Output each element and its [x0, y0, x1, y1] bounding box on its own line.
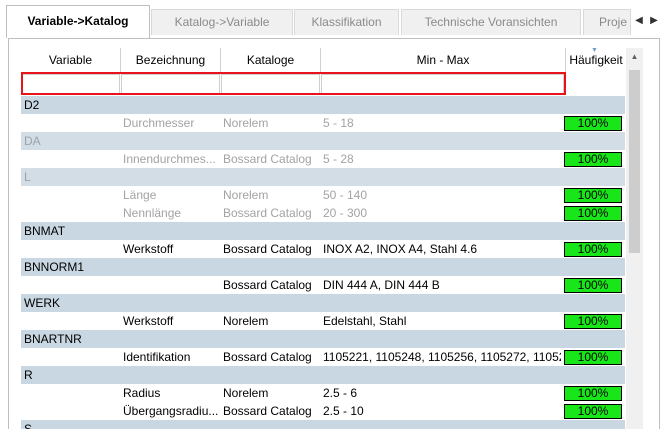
frequency-badge: 100% [564, 152, 622, 167]
frequency-badge: 100% [564, 188, 622, 203]
cell-bezeichnung: Durchmesser [123, 116, 195, 130]
tab-variable-katalog[interactable]: Variable->Katalog [6, 5, 150, 38]
group-header-row[interactable]: ◢WERK [21, 294, 625, 312]
cell-katalog: Norelem [223, 386, 269, 400]
sort-descending-icon: ▼ [591, 48, 598, 54]
frequency-badge: 100% [564, 350, 622, 365]
group-name: DA [24, 134, 41, 148]
table-row[interactable]: Übergangsradiu... Bossard Catalog 2.5 - 10… [21, 402, 625, 420]
group-header-row[interactable]: ◢DA [21, 132, 625, 150]
tab-scroll-left-icon[interactable]: ◀ [632, 10, 646, 32]
column-header-variable[interactable]: Variable [21, 48, 121, 72]
group-header-row[interactable]: ◢D2 [21, 96, 625, 114]
filter-variable-input[interactable] [22, 74, 120, 94]
filter-bezeichnung-input[interactable] [121, 74, 220, 94]
cell-katalog: Norelem [223, 116, 269, 130]
group-name: L [24, 170, 31, 184]
group-name: S [24, 422, 33, 429]
group-name: BNARTNR [24, 332, 82, 346]
frequency-badge: 100% [564, 386, 622, 401]
cell-bezeichnung: Übergangsradiu... [123, 404, 219, 418]
cell-min-max: 50 - 140 [323, 188, 368, 202]
cell-katalog: Bossard Catalog [223, 152, 312, 166]
column-header-min-max[interactable]: Min - Max [321, 48, 566, 72]
cell-katalog: Bossard Catalog [223, 350, 312, 364]
cell-katalog: Norelem [223, 314, 269, 328]
cell-katalog: Bossard Catalog [223, 404, 312, 418]
table-row[interactable]: Radius Norelem 2.5 - 6 100% [21, 384, 625, 402]
cell-bezeichnung: Radius [123, 386, 161, 400]
cell-katalog: Norelem [223, 188, 269, 202]
table-row[interactable]: Innendurchmes... Bossard Catalog 5 - 28 100… [21, 150, 625, 168]
cell-min-max: INOX A2, INOX A4, Stahl 4.6 [323, 242, 478, 256]
cell-bezeichnung: Werkstoff [123, 242, 174, 256]
frequency-badge: 100% [564, 278, 622, 293]
group-name: WERK [24, 296, 60, 310]
table-row[interactable]: Identifikation Bossard Catalog 1105221, 11… [21, 348, 625, 366]
cell-min-max: 2.5 - 10 [323, 404, 364, 418]
filter-kataloge-input[interactable] [221, 74, 320, 94]
cell-bezeichnung: Werkstoff [123, 314, 174, 328]
table-row[interactable]: Werkstoff Norelem Edelstahl, Stahl 100% [21, 312, 625, 330]
column-header-kataloge[interactable]: Kataloge [221, 48, 321, 72]
tab-projekt[interactable]: Proje [583, 9, 631, 35]
cell-min-max: 5 - 28 [323, 152, 354, 166]
group-name: BNNORM1 [24, 260, 85, 274]
tab-scroll-right-icon[interactable]: ▶ [647, 10, 661, 32]
group-header-row[interactable]: ◢L [21, 168, 625, 186]
group-name: R [24, 368, 33, 382]
table-row[interactable]: Nennlänge Bossard Catalog 20 - 300 100% [21, 204, 625, 222]
table-row[interactable]: Länge Norelem 50 - 140 100% [21, 186, 625, 204]
group-name: D2 [24, 98, 40, 112]
filter-row [21, 72, 625, 94]
cell-bezeichnung: Nennlänge [123, 206, 182, 220]
cell-min-max: DIN 444 A, DIN 444 B [323, 278, 440, 292]
group-header-row[interactable]: ◢S [21, 420, 625, 429]
cell-katalog: Bossard Catalog [223, 206, 312, 220]
cell-bezeichnung [123, 276, 219, 294]
cell-min-max: 5 - 18 [323, 116, 354, 130]
tab-bar: Variable->Katalog Katalog->Variable Klas… [0, 0, 664, 40]
table-row[interactable]: Durchmesser Norelem 5 - 18 100% [21, 114, 625, 132]
cell-min-max: Edelstahl, Stahl [323, 314, 407, 328]
cell-bezeichnung: Identifikation [123, 350, 191, 364]
variable-grid: Variable Bezeichnung Kataloge Min - Max … [21, 48, 625, 429]
frequency-badge: 100% [564, 314, 622, 329]
table-row[interactable]: Bossard Catalog DIN 444 A, DIN 444 B 100% [21, 276, 625, 294]
group-header-row[interactable]: ◢BNNORM1 [21, 258, 625, 276]
frequency-badge: 100% [564, 206, 622, 221]
cell-bezeichnung: Länge [123, 188, 157, 202]
cell-katalog: Bossard Catalog [223, 242, 312, 256]
frequency-badge: 100% [564, 242, 622, 257]
table-row[interactable]: Werkstoff Bossard Catalog INOX A2, INOX A4… [21, 240, 625, 258]
tab-klassifikation[interactable]: Klassifikation [294, 9, 399, 35]
vertical-scrollbar[interactable]: ▲ [626, 48, 643, 429]
cell-min-max: 2.5 - 6 [323, 386, 358, 400]
grid-header: Variable Bezeichnung Kataloge Min - Max … [21, 48, 625, 72]
cell-min-max: 1105221, 1105248, 1105256, 1105272, 1105… [323, 350, 561, 364]
tab-katalog-variable[interactable]: Katalog->Variable [151, 9, 293, 35]
frequency-badge: 100% [564, 116, 622, 131]
grid-body: ◢D2DurchmesserNorelem5 - 18100%◢DAInnend… [21, 96, 625, 429]
group-header-row[interactable]: ◢R [21, 366, 625, 384]
scrollbar-thumb[interactable] [629, 70, 640, 253]
cell-katalog: Bossard Catalog [223, 278, 312, 292]
scroll-up-icon[interactable]: ▲ [626, 48, 643, 65]
frequency-badge: 100% [564, 404, 622, 419]
column-header-bezeichnung[interactable]: Bezeichnung [121, 48, 221, 72]
tab-technische-voransichten[interactable]: Technische Voransichten [401, 9, 581, 35]
group-header-row[interactable]: ◢BNMAT [21, 222, 625, 240]
filter-min-max-input[interactable] [321, 74, 564, 94]
cell-bezeichnung: Innendurchmes... [123, 152, 216, 166]
group-name: BNMAT [24, 224, 66, 238]
group-header-row[interactable]: ◢BNARTNR [21, 330, 625, 348]
cell-min-max: 20 - 300 [323, 206, 368, 220]
